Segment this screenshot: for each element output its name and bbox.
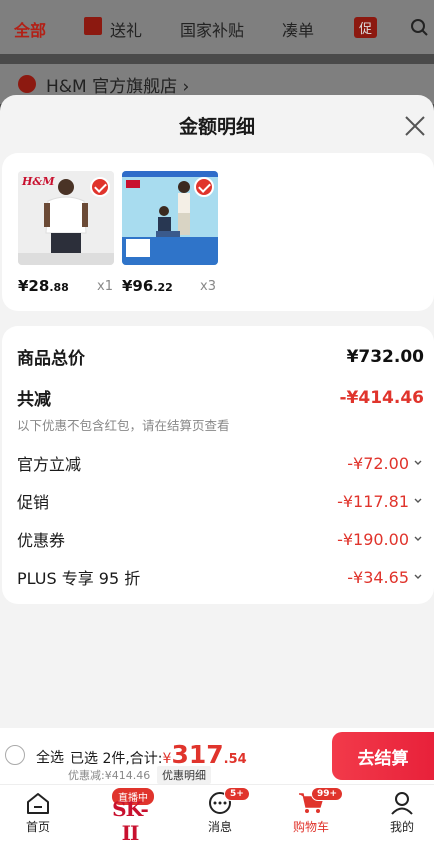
discount-line[interactable]: 优惠券 -¥190.00 [17,527,424,551]
cart-badge: 99+ [311,787,344,801]
promo-tag[interactable]: 促 [354,17,378,38]
product-image-levis[interactable] [122,171,218,265]
discount-line-value: -¥34.65 [347,568,424,587]
checkout-button[interactable]: 去结算 [332,732,434,780]
shop-check-icon[interactable] [18,75,36,93]
user-icon [391,792,413,815]
tab-home-label: 首页 [25,820,50,834]
discount-line-label: 官方立减 [17,455,82,474]
bottom-tabbar: 首页 直播中 SK-II 消息 5+ 购物车 99+ 我的 [0,784,434,842]
discount-line-value: -¥190.00 [337,530,424,549]
discount-row: 共减 -¥414.46 [17,385,425,411]
discount-line[interactable]: 官方立减 -¥72.00 [17,451,424,475]
discount-detail-tag[interactable]: 优惠明细 [157,766,211,784]
discount-line[interactable]: 促销 -¥117.81 [17,489,424,513]
price-summary-card: 商品总价 ¥732.00 共减 -¥414.46 以下优惠不包含红包，请在结算页… [2,326,434,604]
total-row: 商品总价 ¥732.00 [17,344,424,370]
tab-messages-label: 消息 [207,820,232,834]
discount-value: -¥414.46 [339,387,425,408]
select-all-radio[interactable] [5,745,25,765]
tab-all[interactable]: 全部 [14,17,46,41]
tab-gift[interactable]: 送礼 [110,17,142,41]
tab-subsidy[interactable]: 国家补贴 [180,17,244,41]
tab-bundle[interactable]: 凑单 [282,17,314,41]
product-qty: x1 [97,279,113,294]
selected-summary: 已选 2件,合计:¥317.54 [70,740,247,769]
close-icon[interactable] [402,113,428,139]
discount-line-value: -¥117.81 [337,492,424,511]
tab-cart-label: 购物车 [292,820,329,834]
chevron-down-icon[interactable] [412,571,424,583]
discount-label: 共减 [17,390,51,410]
total-label: 商品总价 [17,349,85,369]
product-image-tshirt[interactable]: H&M [18,171,114,265]
product-price: ¥96.22 [122,277,173,295]
discount-line-value: -¥72.00 [347,454,424,473]
svg-text:H&M: H&M [21,175,55,188]
sheet-title: 金额明细 [178,116,255,138]
discount-line-label: 促销 [17,493,50,512]
messages-badge: 5+ [224,787,250,801]
home-icon [27,793,49,814]
discount-note: 以下优惠不包含红包，请在结算页查看 [17,418,230,433]
shop-name[interactable]: H&M 官方旗舰店 › [46,72,189,97]
product-qty: x3 [200,279,216,294]
selected-check-icon[interactable] [194,177,214,197]
select-all-label[interactable]: 全选 [36,747,64,767]
discount-line[interactable]: PLUS 专享 95 折 -¥34.65 [17,565,424,589]
search-icon[interactable] [410,18,428,36]
product-card: H&M ¥28.88 x1 ¥96.22 x3 [2,153,434,311]
selected-check-icon[interactable] [90,177,110,197]
gift-icon [84,17,102,35]
tab-mine[interactable]: 我的 [372,791,432,835]
discount-line-label: PLUS 专享 95 折 [17,569,141,588]
checkout-bar: 全选 已选 2件,合计:¥317.54 优惠减:¥414.46 优惠明细 去结算 [0,728,434,784]
chevron-down-icon[interactable] [412,457,424,469]
discount-amount: 优惠减:¥414.46 [68,769,151,782]
total-value: ¥732.00 [346,346,424,367]
category-tabs: 全部 送礼 国家补贴 凑单 促 [0,0,434,54]
product-price: ¥28.88 [18,277,69,295]
tab-mine-label: 我的 [389,820,414,834]
brand-live-logo[interactable]: SK-II [104,797,156,842]
chevron-down-icon[interactable] [412,533,424,545]
chevron-down-icon[interactable] [412,495,424,507]
discount-line-label: 优惠券 [17,531,66,550]
tab-home[interactable]: 首页 [8,791,68,835]
